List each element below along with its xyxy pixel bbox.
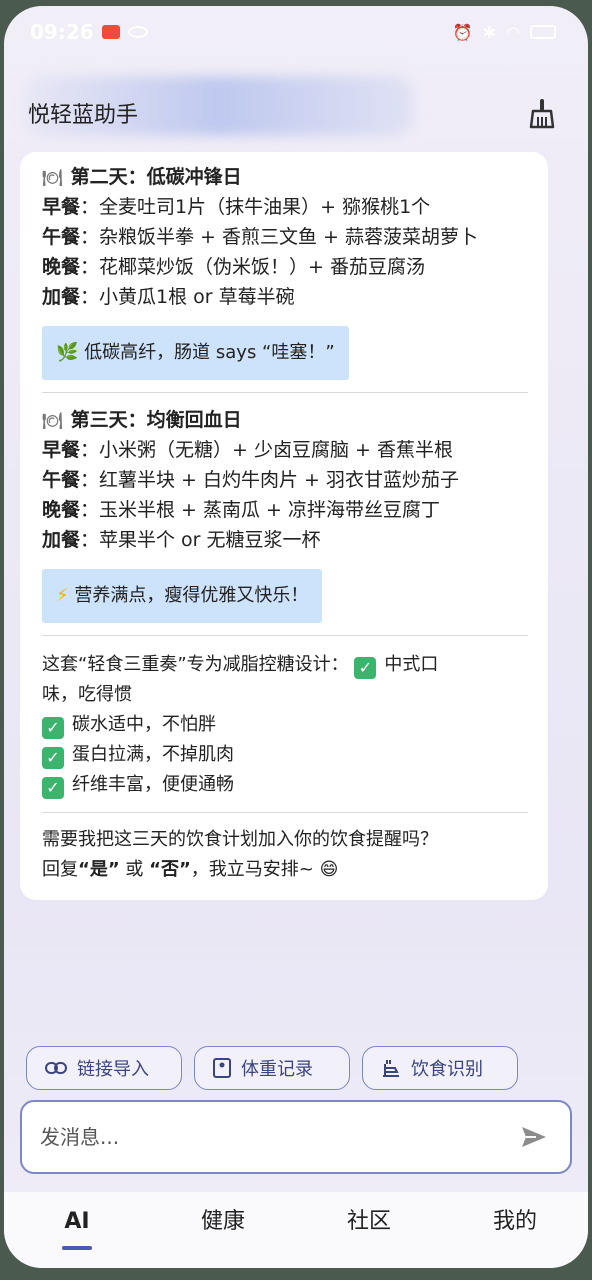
day3-lunch: 午餐：红薯半块 + 白灼牛肉片 + 羽衣甘蓝炒茄子: [42, 469, 460, 491]
day3-breakfast: 早餐：小米粥（无糖）+ 少卤豆腐脑 + 香蕉半根: [42, 439, 453, 461]
alarm-icon: ⏰: [452, 22, 473, 42]
day2-lunch: 午餐：杂粮饭半拳 + 香煎三文鱼 + 蒜蓉菠菜胡萝卜: [42, 226, 479, 248]
food-recognition-button[interactable]: 饮食识别: [362, 1046, 518, 1090]
link-icon: [45, 1062, 67, 1074]
phone-screen: 09:26 ⏰ ✱ ◠ 悦轻蓝助手 🍽 第二天：低碳冲锋日 早餐：全麦吐司1片（…: [4, 6, 588, 1268]
lightning-icon: ⚡: [56, 585, 69, 606]
day2-title: 🍽 第二天：低碳冲锋日: [42, 162, 528, 192]
status-bar: 09:26 ⏰ ✱ ◠: [4, 6, 588, 58]
day2-tip: 🌿 低碳高纤，肠道 says “哇塞！”: [42, 326, 349, 380]
scale-icon: [213, 1058, 231, 1078]
divider: [42, 392, 528, 393]
clear-chat-button[interactable]: [524, 95, 560, 131]
day3-dinner: 晚餐：玉米半根 + 蒸南瓜 + 凉拌海带丝豆腐丁: [42, 499, 441, 521]
summary-first-point-cont: 味，吃得惯: [42, 684, 132, 705]
weight-record-button[interactable]: 体重记录: [194, 1046, 350, 1090]
food-scan-icon: [383, 1060, 399, 1077]
divider: [42, 812, 528, 813]
day3-tip: ⚡ 营养满点，瘦得优雅又快乐！: [42, 569, 323, 623]
checkmark-icon: ✓: [42, 747, 64, 769]
link-import-button[interactable]: 链接导入: [26, 1046, 182, 1090]
app-header: 悦轻蓝助手: [4, 88, 588, 138]
day2-dinner: 晚餐：花椰菜炒饭（伪米饭！）+ 番茄豆腐汤: [42, 256, 425, 278]
eye-icon: [127, 26, 148, 38]
summary-point: ✓ 蛋白拉满，不掉肌肉: [42, 740, 528, 770]
bottom-tab-bar: AI 健康 社区 我的: [4, 1192, 588, 1268]
app-title: 悦轻蓝助手: [28, 103, 139, 128]
day2-breakfast: 早餐：全麦吐司1片（抹牛油果）+ 猕猴桃1个: [42, 196, 431, 218]
message-input[interactable]: [40, 1125, 460, 1149]
day2-snack: 加餐：小黄瓜1根 or 草莓半碗: [42, 286, 295, 308]
plate-cutlery-icon: 🍽: [42, 168, 63, 187]
ai-message-card: 🍽 第二天：低碳冲锋日 早餐：全麦吐司1片（抹牛油果）+ 猕猴桃1个 午餐：杂粮…: [20, 152, 548, 900]
closing-question: 需要我把这三天的饮食计划加入你的饮食提醒吗？: [42, 829, 438, 850]
herb-icon: 🌿: [56, 342, 79, 363]
tab-community[interactable]: 社区: [314, 1202, 424, 1252]
screen-record-icon: [101, 25, 120, 39]
wifi-icon: ◠: [506, 22, 520, 42]
tab-ai[interactable]: AI: [22, 1202, 132, 1252]
summary-point: ✓ 碳水适中，不怕胖: [42, 710, 528, 740]
tab-health[interactable]: 健康: [168, 1202, 278, 1252]
battery-icon: [530, 25, 556, 39]
send-icon: [522, 1127, 546, 1147]
quick-action-chips: 链接导入 体重记录 饮食识别: [26, 1046, 566, 1090]
message-input-bar: [20, 1100, 572, 1174]
plate-cutlery-icon: 🍽: [42, 411, 63, 430]
tab-me[interactable]: 我的: [460, 1202, 570, 1252]
day3-snack: 加餐：苹果半个 or 无糖豆浆一杯: [42, 529, 321, 551]
day3-title: 🍽 第三天：均衡回血日: [42, 405, 528, 435]
summary-intro: 这套“轻食三重奏”专为减脂控糖设计： ✓ 中式口: [42, 654, 439, 679]
send-button[interactable]: [518, 1121, 550, 1153]
checkmark-icon: ✓: [42, 717, 64, 739]
closing-reply-hint: 回复“是” 或 “否”，我立马安排~ 😄: [42, 859, 339, 880]
status-time: 09:26: [30, 20, 94, 44]
divider: [42, 635, 528, 636]
summary-point: ✓ 纤维丰富，便便通畅: [42, 770, 528, 800]
checkmark-icon: ✓: [42, 777, 64, 799]
bluetooth-icon: ✱: [482, 22, 497, 42]
checkmark-icon: ✓: [354, 657, 377, 679]
broom-icon: [529, 99, 555, 129]
